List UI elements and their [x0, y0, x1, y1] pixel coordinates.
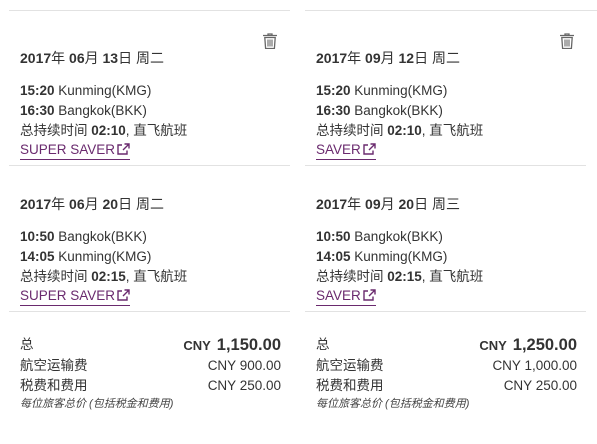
divider [305, 165, 586, 166]
divider [9, 311, 290, 312]
duration-line: 总持续时间 02:15, 直飞航班 [316, 269, 484, 284]
departure-line: 15:20 Kunming(KMG) [316, 83, 448, 98]
price-summary: 总 CNY 1,250.00 航空运输费 CNY 1,000.00 税费和费用 C… [316, 334, 577, 412]
fare-option-1: 2017年 06月 13日 周二 15:20 Kunming(KMG) 16:3… [9, 0, 290, 444]
total-price: 1,250.00 [512, 336, 577, 354]
fare-type-link[interactable]: SAVER [316, 141, 376, 160]
departure-line: 15:20 Kunming(KMG) [20, 83, 152, 98]
fare-option-2: 2017年 09月 12日 周二 15:20 Kunming(KMG) 16:3… [305, 0, 597, 444]
arrival-line: 16:30 Bangkok(BKK) [20, 103, 147, 118]
price-note: 每位旅客总价 (包括税金和费用) [20, 398, 174, 410]
duration-line: 总持续时间 02:10, 直飞航班 [316, 123, 484, 138]
inbound-flight: 2017年 09月 20日 周三 10:50 Bangkok(BKK) 14:0… [316, 195, 586, 306]
flight-date: 2017年 06月 13日 周二 [20, 50, 164, 66]
total-price-row: 总 CNY 1,150.00 [20, 336, 281, 354]
airfare-row: 航空运输费 CNY 1,000.00 [316, 358, 577, 373]
fare-type-link[interactable]: SUPER SAVER [20, 141, 131, 160]
divider [305, 10, 597, 11]
trash-icon[interactable] [263, 33, 277, 49]
tax-row: 税费和费用 CNY 250.00 [20, 378, 281, 393]
outbound-flight: 2017年 06月 13日 周二 15:20 Kunming(KMG) 16:3… [20, 49, 290, 160]
tax-row: 税费和费用 CNY 250.00 [316, 378, 577, 393]
arrival-line: 16:30 Bangkok(BKK) [316, 103, 443, 118]
flight-date: 2017年 06月 20日 周二 [20, 196, 164, 212]
price-summary: 总 CNY 1,150.00 航空运输费 CNY 900.00 税费和费用 CNY… [20, 334, 281, 412]
trash-icon[interactable] [560, 33, 574, 49]
duration-line: 总持续时间 02:10, 直飞航班 [20, 123, 188, 138]
departure-line: 10:50 Bangkok(BKK) [20, 229, 147, 244]
inbound-flight: 2017年 06月 20日 周二 10:50 Bangkok(BKK) 14:0… [20, 195, 290, 306]
external-link-icon [363, 142, 376, 159]
outbound-flight: 2017年 09月 12日 周二 15:20 Kunming(KMG) 16:3… [316, 49, 586, 160]
fare-type-link[interactable]: SAVER [316, 287, 376, 306]
total-price-row: 总 CNY 1,250.00 [316, 336, 577, 354]
external-link-icon [363, 288, 376, 305]
departure-line: 10:50 Bangkok(BKK) [316, 229, 443, 244]
currency-label: CNY [183, 338, 211, 353]
duration-line: 总持续时间 02:15, 直飞航班 [20, 269, 188, 284]
price-note: 每位旅客总价 (包括税金和费用) [316, 398, 470, 410]
total-price: 1,150.00 [216, 336, 281, 354]
fare-type-link[interactable]: SUPER SAVER [20, 287, 131, 306]
external-link-icon [117, 288, 130, 305]
divider [305, 311, 586, 312]
currency-label: CNY [479, 338, 507, 353]
arrival-line: 14:05 Kunming(KMG) [20, 249, 152, 264]
airfare-row: 航空运输费 CNY 900.00 [20, 358, 281, 373]
flight-date: 2017年 09月 20日 周三 [316, 196, 460, 212]
external-link-icon [117, 142, 130, 159]
divider [9, 165, 290, 166]
divider [9, 10, 290, 11]
flight-date: 2017年 09月 12日 周二 [316, 50, 460, 66]
arrival-line: 14:05 Kunming(KMG) [316, 249, 448, 264]
